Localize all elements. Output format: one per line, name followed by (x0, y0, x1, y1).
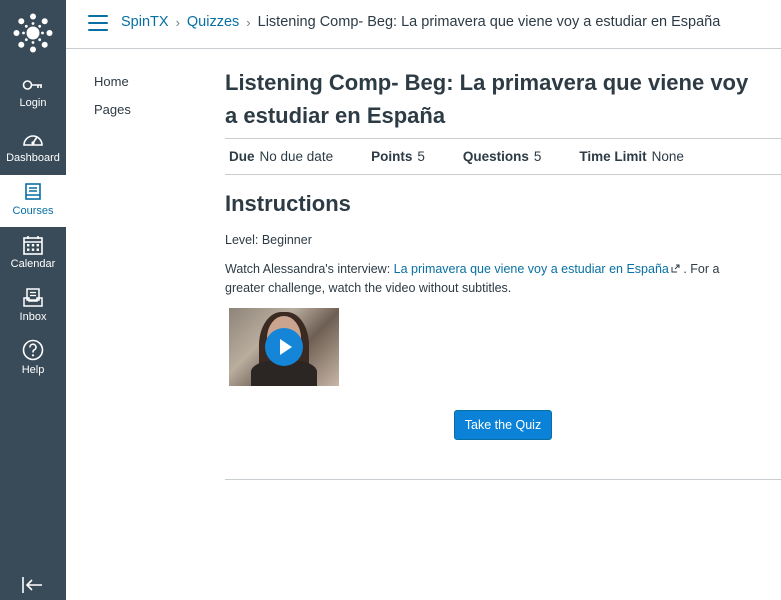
watch-instructions: Watch Alessandra's interview: La primave… (225, 260, 781, 298)
course-nav-home[interactable]: Home (94, 72, 131, 100)
due-detail: Due No due date (229, 149, 333, 164)
global-nav: Login Dashboard Courses Calendar Inbox H… (0, 0, 66, 600)
interview-link[interactable]: La primavera que viene voy a estudiar en… (394, 262, 669, 276)
nav-courses-label: Courses (12, 205, 54, 217)
collapse-nav-icon[interactable] (21, 575, 45, 595)
chevron-right-icon: › (246, 14, 251, 30)
dashboard-icon (23, 135, 43, 146)
instructions-heading: Instructions (225, 191, 351, 216)
due-value: No due date (259, 149, 334, 164)
help-icon (22, 339, 44, 361)
take-quiz-button[interactable]: Take the Quiz (454, 410, 552, 440)
breadcrumb: SpinTX › Quizzes › Listening Comp- Beg: … (121, 14, 720, 30)
nav-login-label: Login (19, 97, 47, 109)
nav-calendar-label: Calendar (10, 258, 56, 270)
points-value: 5 (417, 149, 425, 164)
nav-inbox-label: Inbox (19, 311, 47, 323)
inbox-icon (23, 288, 43, 307)
play-button-icon[interactable] (265, 328, 303, 366)
page-header: SpinTX › Quizzes › Listening Comp- Beg: … (66, 0, 781, 49)
nav-help-label: Help (21, 364, 45, 376)
nav-dashboard[interactable]: Dashboard (0, 129, 66, 181)
nav-courses[interactable]: Courses (0, 175, 66, 227)
questions-value: 5 (533, 149, 542, 164)
breadcrumb-current: Listening Comp- Beg: La primavera que vi… (257, 14, 721, 30)
canvas-logo-icon[interactable] (13, 13, 53, 53)
course-nav: Home Pages (94, 72, 131, 128)
video-thumbnail[interactable] (229, 308, 339, 386)
points-detail: Points 5 (371, 149, 425, 164)
course-nav-pages[interactable]: Pages (94, 100, 131, 128)
hamburger-menu-icon[interactable] (88, 15, 108, 33)
courses-icon (25, 183, 41, 200)
time-limit-value: None (651, 149, 684, 164)
questions-detail: Questions 5 (463, 149, 542, 164)
nav-help[interactable]: Help (0, 339, 66, 391)
breadcrumb-course-link[interactable]: SpinTX (121, 14, 169, 30)
divider (225, 174, 781, 175)
watch-prefix: Watch Alessandra's interview: (225, 262, 394, 276)
divider (225, 479, 781, 480)
quiz-content: Listening Comp- Beg: La primavera que vi… (225, 66, 781, 480)
points-label: Points (371, 149, 413, 164)
due-label: Due (229, 149, 255, 164)
time-limit-label: Time Limit (579, 149, 647, 164)
quiz-details: Due No due date Points 5 Questions 5 Tim… (225, 139, 781, 174)
nav-login[interactable]: Login (0, 76, 66, 128)
nav-inbox[interactable]: Inbox (0, 288, 66, 340)
page-title: Listening Comp- Beg: La primavera que vi… (225, 70, 749, 128)
calendar-icon (23, 236, 43, 255)
time-limit-detail: Time Limit None (579, 149, 684, 164)
external-link-icon (671, 264, 680, 273)
chevron-right-icon: › (175, 14, 180, 30)
nav-calendar[interactable]: Calendar (0, 235, 66, 287)
questions-label: Questions (462, 149, 529, 164)
breadcrumb-quizzes-link[interactable]: Quizzes (187, 14, 239, 30)
key-icon (22, 80, 42, 90)
level-text: Level: Beginner (225, 233, 312, 247)
nav-dashboard-label: Dashboard (6, 152, 60, 164)
